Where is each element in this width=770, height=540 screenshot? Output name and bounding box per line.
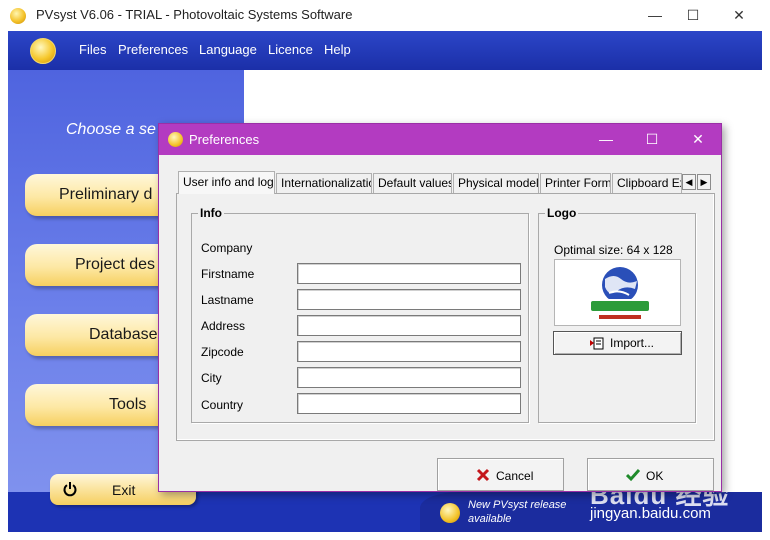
window-maximize-button[interactable]: ☐ bbox=[670, 0, 716, 31]
power-icon bbox=[63, 482, 77, 497]
dialog-close-button[interactable]: ✕ bbox=[675, 124, 721, 155]
zipcode-label: Zipcode bbox=[201, 345, 244, 359]
cancel-button[interactable]: Cancel bbox=[437, 458, 564, 491]
logo-preview bbox=[554, 259, 681, 326]
preferences-tabs: User info and logo Internationalization … bbox=[176, 171, 716, 194]
tab-internationalization[interactable]: Internationalization bbox=[276, 173, 372, 193]
release-line1: New PVsyst release bbox=[468, 499, 567, 511]
country-input[interactable] bbox=[297, 393, 521, 414]
tab-user-info-and-logo[interactable]: User info and logo bbox=[178, 171, 275, 194]
dialog-sun-icon bbox=[168, 132, 183, 147]
tab-scroll-right-button[interactable]: ▶ bbox=[697, 174, 711, 190]
optimal-size-label: Optimal size: 64 x 128 bbox=[554, 243, 673, 257]
company-label: Company bbox=[201, 241, 253, 255]
release-sun-icon bbox=[440, 503, 460, 523]
window-close-button[interactable]: ✕ bbox=[716, 0, 762, 31]
menu-help[interactable]: Help bbox=[324, 42, 351, 57]
globe-logo-icon bbox=[589, 267, 651, 319]
zipcode-input[interactable] bbox=[297, 341, 521, 362]
address-label: Address bbox=[201, 319, 246, 333]
new-release-notice[interactable]: New PVsyst release available bbox=[468, 498, 588, 526]
dialog-title: Preferences bbox=[189, 132, 260, 147]
menu-files[interactable]: Files bbox=[79, 42, 106, 57]
app-sun-icon bbox=[10, 8, 26, 24]
ok-button[interactable]: OK bbox=[587, 458, 714, 491]
cancel-label: Cancel bbox=[496, 469, 534, 483]
checkmark-icon bbox=[626, 469, 640, 482]
import-file-icon bbox=[590, 337, 604, 350]
menu-preferences[interactable]: Preferences bbox=[118, 42, 188, 57]
city-input[interactable] bbox=[297, 367, 521, 388]
tab-clipboard-export[interactable]: Clipboard Exp bbox=[612, 173, 682, 193]
info-group-title: Info bbox=[198, 206, 224, 220]
window-title: PVsyst V6.06 - TRIAL - Photovoltaic Syst… bbox=[36, 7, 353, 22]
country-label: Country bbox=[201, 398, 244, 412]
import-logo-button[interactable]: Import... bbox=[553, 331, 682, 355]
menu-language[interactable]: Language bbox=[199, 42, 257, 57]
info-group: Info Company Firstname Lastname Address … bbox=[191, 206, 529, 423]
logo-group-title: Logo bbox=[545, 206, 579, 220]
tab-scroll-left-button[interactable]: ◀ bbox=[682, 174, 696, 190]
baidu-watermark-url: jingyan.baidu.com bbox=[590, 505, 711, 522]
pvsyst-logo-icon bbox=[30, 38, 56, 64]
city-label: City bbox=[201, 371, 222, 385]
menu-licence[interactable]: Licence bbox=[268, 42, 313, 57]
cancel-x-icon bbox=[476, 468, 490, 482]
firstname-input[interactable] bbox=[297, 263, 521, 284]
dialog-titlebar: Preferences — ☐ ✕ bbox=[159, 124, 721, 155]
exit-label: Exit bbox=[112, 482, 136, 498]
lastname-label: Lastname bbox=[201, 293, 254, 307]
import-label: Import... bbox=[610, 336, 655, 350]
firstname-label: Firstname bbox=[201, 267, 255, 281]
preferences-dialog: Preferences — ☐ ✕ User info and logo Int… bbox=[158, 123, 722, 492]
ok-label: OK bbox=[646, 469, 664, 483]
dialog-minimize-button[interactable]: — bbox=[583, 124, 629, 155]
lastname-input[interactable] bbox=[297, 289, 521, 310]
window-titlebar: PVsyst V6.06 - TRIAL - Photovoltaic Syst… bbox=[0, 0, 770, 31]
release-line2: available bbox=[468, 513, 512, 525]
choose-section-label: Choose a se bbox=[66, 121, 156, 138]
tab-printer-forms[interactable]: Printer Forms bbox=[540, 173, 611, 193]
logo-group: Logo Optimal size: 64 x 128 Import... bbox=[538, 206, 696, 423]
address-input[interactable] bbox=[297, 315, 521, 336]
user-info-tab-panel: Info Company Firstname Lastname Address … bbox=[176, 193, 715, 441]
menubar: Files Preferences Language Licence Help bbox=[8, 31, 762, 70]
tab-physical-models[interactable]: Physical models bbox=[453, 173, 539, 193]
tab-default-values[interactable]: Default values bbox=[373, 173, 452, 193]
dialog-maximize-button[interactable]: ☐ bbox=[629, 124, 675, 155]
